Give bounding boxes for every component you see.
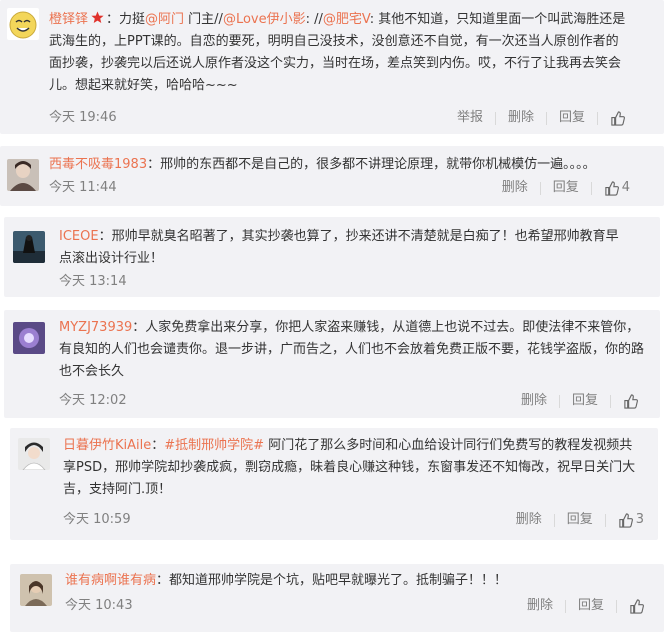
comment-text: 西毒不吸毒1983：邢帅的东西都不是自己的，很多都不讲理论原理，就带你机械模仿一… [49,157,596,172]
divider [558,394,560,408]
divider [610,394,611,408]
avatar[interactable] [18,438,50,470]
divider [564,599,566,613]
comment-time: 今天 12:02 [59,393,127,408]
thumbs-up-icon [619,512,633,528]
avatar[interactable] [7,159,39,191]
reply-button[interactable]: 回复 [572,392,598,410]
comment-actions: 删除 回复 [521,392,638,410]
divider [597,111,598,125]
comment-username[interactable]: 橙铎铎 [49,12,88,27]
comment-card-4: MYZJ73939：人家免费拿出来分享，你把人家盗来赚钱，从道德上也说不过去。即… [4,310,660,418]
divider [539,181,541,195]
mention-link[interactable]: @Love伊小影 [223,12,306,27]
reply-button[interactable]: 回复 [559,109,585,127]
smiley-avatar-icon [7,8,39,40]
delete-button[interactable]: 删除 [502,179,528,197]
comment-actions: 举报 删除 回复 [457,109,628,127]
reply-button[interactable]: 回复 [578,597,604,615]
comment-username[interactable]: ICEOE [59,229,99,244]
avatar[interactable] [7,8,39,40]
like-button[interactable] [610,110,628,126]
comment-time: 今天 11:44 [49,180,117,195]
divider [604,513,606,527]
delete-button[interactable]: 删除 [516,511,542,529]
report-button[interactable]: 举报 [457,109,483,127]
reply-button[interactable]: 回复 [567,511,593,529]
avatar[interactable] [13,322,45,354]
like-button[interactable] [623,393,638,409]
comment-username[interactable]: 西毒不吸毒1983 [49,157,147,172]
topic-link[interactable]: #抵制邢帅学院# [164,438,264,453]
comment-time: 今天 19:46 [49,110,117,125]
delete-button[interactable]: 删除 [521,392,547,410]
comment-card-5: 日暮伊竹KiAile：#抵制邢帅学院# 阿门花了那么多时间和心血给设计同行们免费… [10,428,658,540]
divider [545,111,547,125]
avatar[interactable] [13,231,45,263]
comment-text: 橙铎铎 ：力挺@阿门 门主//@Love伊小影: //@肥宅V: 其他不知道，只知… [49,11,626,93]
divider [553,513,555,527]
comment-actions: 删除 回复 3 [516,511,644,529]
thumbs-up-icon [611,110,625,126]
user-avatar-icon [20,574,52,606]
comment-card-6: 谁有病啊谁有病：都知道邢帅学院是个坑，贴吧早就曝光了。抵制骗子！！！ 今天 10… [10,564,664,632]
star-badge-icon [91,11,104,23]
comment-text: 谁有病啊谁有病：都知道邢帅学院是个坑，贴吧早就曝光了。抵制骗子！！！ [65,573,508,588]
divider [494,111,496,125]
like-count: 3 [635,512,644,527]
mention-link[interactable]: @阿门 [145,12,184,27]
user-avatar-icon [13,231,45,263]
avatar[interactable] [20,574,52,606]
like-count: 4 [621,180,630,195]
delete-button[interactable]: 删除 [508,109,534,127]
delete-button[interactable]: 删除 [527,597,553,615]
comment-time: 今天 10:59 [63,512,131,527]
comment-card-2: 西毒不吸毒1983：邢帅的东西都不是自己的，很多都不讲理论原理，就带你机械模仿一… [0,146,664,206]
comment-username[interactable]: 日暮伊竹KiAile [63,438,151,453]
comment-text: 日暮伊竹KiAile：#抵制邢帅学院# 阿门花了那么多时间和心血给设计同行们免费… [63,438,636,497]
comment-username[interactable]: 谁有病啊谁有病 [65,573,156,588]
comment-username[interactable]: MYZJ73939 [59,320,132,335]
comment-actions: 删除 回复 [527,597,644,615]
comment-text: ICEOE：邢帅早就臭名昭著了，其实抄袭也算了，抄来还讲不清楚就是白痴了！也希望… [59,229,619,266]
thumbs-up-icon [630,598,644,614]
like-button[interactable]: 3 [618,511,644,529]
comment-card-1: 橙铎铎 ：力挺@阿门 门主//@Love伊小影: //@肥宅V: 其他不知道，只知… [0,0,664,134]
mention-link[interactable]: @肥宅V [323,12,370,27]
comment-actions: 删除 回复 4 [502,179,630,197]
reply-button[interactable]: 回复 [553,179,579,197]
comment-time: 今天 13:14 [59,274,127,289]
comment-time: 今天 10:43 [65,598,133,613]
thumbs-up-icon [624,393,638,409]
divider [616,599,617,613]
user-avatar-icon [18,438,50,470]
divider [590,181,592,195]
comment-card-3: ICEOE：邢帅早就臭名昭著了，其实抄袭也算了，抄来还讲不清楚就是白痴了！也希望… [4,217,660,297]
user-avatar-icon [7,159,39,191]
comment-text: MYZJ73939：人家免费拿出来分享，你把人家盗来赚钱，从道德上也说不过去。即… [59,320,645,379]
like-button[interactable]: 4 [604,179,630,197]
thumbs-up-icon [605,180,619,196]
like-button[interactable] [629,598,644,614]
user-avatar-icon [13,322,45,354]
